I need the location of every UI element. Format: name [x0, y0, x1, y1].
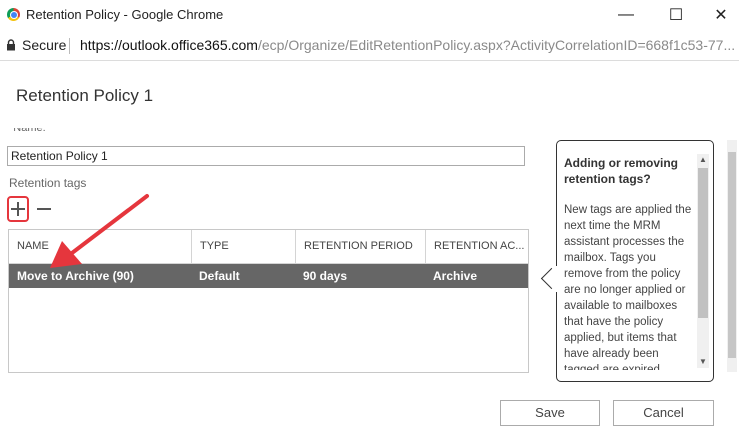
add-tag-button[interactable]: [7, 196, 29, 222]
table-header: NAME TYPE RETENTION PERIOD RETENTION AC.…: [9, 230, 528, 264]
lock-icon: [7, 39, 15, 51]
url-path: /ecp/Organize/EditRetentionPolicy.aspx?A…: [257, 37, 735, 53]
address-separator: [69, 38, 70, 54]
name-field[interactable]: [7, 146, 525, 166]
column-header-retention-period[interactable]: RETENTION PERIOD: [295, 230, 425, 263]
url-text[interactable]: https://outlook.office365.com/ecp/Organi…: [80, 37, 735, 53]
cell-type: Default: [199, 269, 240, 283]
page-scrollbar[interactable]: [727, 140, 737, 372]
callout-pointer-mask: [553, 266, 559, 292]
page-title: Retention Policy 1: [16, 86, 154, 105]
page-scroll-thumb[interactable]: [728, 152, 736, 358]
save-button[interactable]: Save: [500, 400, 600, 426]
close-button[interactable]: ✕: [706, 4, 736, 26]
column-header-name[interactable]: NAME: [9, 230, 191, 263]
url-host: https://outlook.office365.com: [80, 37, 258, 53]
help-title: Adding or removing retention tags?: [564, 156, 678, 186]
remove-tag-button[interactable]: [37, 207, 51, 211]
retention-tags-table: NAME TYPE RETENTION PERIOD RETENTION AC.…: [8, 229, 529, 373]
minimize-button[interactable]: —: [611, 4, 641, 26]
cancel-button[interactable]: Cancel: [613, 400, 714, 426]
help-scrollbar[interactable]: ▲ ▼: [697, 154, 709, 368]
retention-tags-label: Retention tags: [9, 176, 87, 190]
help-body: New tags are applied the next time the M…: [564, 204, 692, 370]
name-label: *Name:: [9, 128, 46, 134]
secure-label: Secure: [22, 37, 67, 53]
cell-period: 90 days: [303, 269, 348, 283]
cell-action: Archive: [433, 269, 478, 283]
scroll-up-arrow-icon[interactable]: ▲: [697, 154, 709, 166]
column-header-retention-action[interactable]: RETENTION AC...: [425, 230, 528, 263]
chrome-icon: [7, 8, 20, 21]
column-header-type[interactable]: TYPE: [191, 230, 295, 263]
window-titlebar: Retention Policy - Google Chrome — ☐ ✕: [0, 0, 739, 30]
window-title: Retention Policy - Google Chrome: [26, 7, 224, 22]
table-row[interactable]: Move to Archive (90) Default 90 days Arc…: [9, 264, 528, 288]
help-scroll-thumb[interactable]: [698, 168, 708, 318]
address-bar[interactable]: Secure https://outlook.office365.com/ecp…: [0, 30, 739, 61]
maximize-button[interactable]: ☐: [661, 4, 691, 26]
cell-name: Move to Archive (90): [17, 269, 134, 283]
scroll-down-arrow-icon[interactable]: ▼: [697, 356, 709, 368]
